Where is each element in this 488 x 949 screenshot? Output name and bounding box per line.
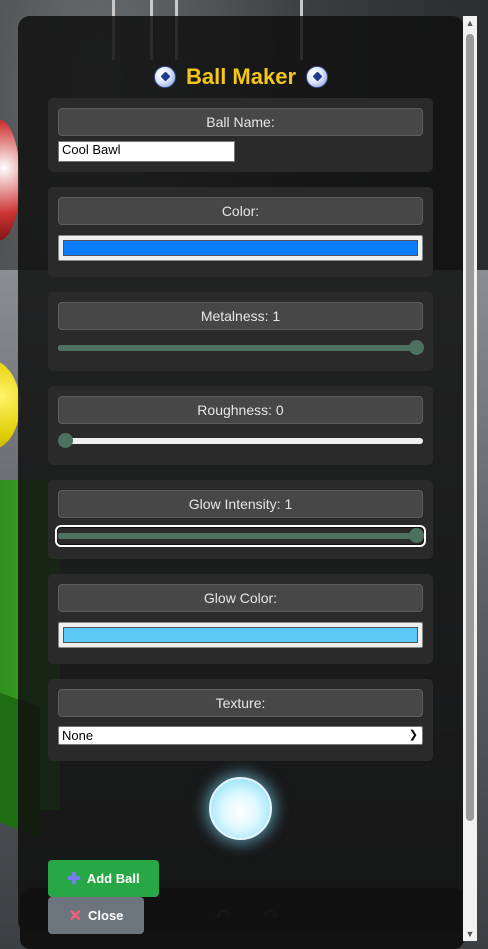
- close-button[interactable]: ✕ Close: [48, 897, 144, 934]
- metalness-section: Metalness: 1: [48, 292, 433, 371]
- ball-name-input[interactable]: Cool Bawl: [58, 141, 235, 162]
- texture-select[interactable]: None ❯: [58, 726, 423, 745]
- slider-fill: [58, 345, 416, 351]
- ball-name-section: Ball Name: Cool Bawl: [48, 98, 433, 172]
- glow-color-picker[interactable]: [58, 622, 423, 648]
- scene-red-ball: [0, 120, 20, 240]
- ball-preview: [209, 777, 272, 840]
- add-ball-label: Add Ball: [86, 871, 140, 886]
- roughness-section: Roughness: 0: [48, 386, 433, 465]
- slider-thumb[interactable]: [58, 433, 73, 448]
- slider-track: [58, 438, 423, 444]
- glow-intensity-section: Glow Intensity: 1: [48, 480, 433, 559]
- slider-fill: [58, 533, 416, 539]
- soccer-ball-icon: [306, 66, 329, 88]
- scrollbar-thumb[interactable]: [466, 34, 474, 821]
- panel-title: Ball Maker: [185, 64, 297, 89]
- glow-color-section: Glow Color:: [48, 574, 433, 664]
- close-label: Close: [88, 908, 124, 923]
- plus-icon: ✚: [67, 870, 81, 888]
- slider-thumb[interactable]: [409, 340, 424, 355]
- metalness-slider[interactable]: [58, 340, 424, 356]
- ball-name-label: Ball Name:: [58, 108, 423, 136]
- color-swatch: [63, 240, 418, 256]
- glow-color-swatch: [63, 627, 418, 643]
- texture-selected-value: None: [62, 728, 94, 743]
- scroll-up-arrow-icon[interactable]: ▲: [463, 16, 477, 30]
- slider-thumb[interactable]: [409, 528, 424, 543]
- soccer-ball-icon: [153, 66, 176, 88]
- texture-section: Texture: None ❯: [48, 679, 433, 761]
- ball-maker-panel: Ball Maker Ball Name: Cool Bawl Color: M…: [18, 16, 464, 934]
- add-ball-button[interactable]: ✚ Add Ball: [48, 860, 159, 897]
- color-label: Color:: [58, 197, 423, 225]
- glow-color-label: Glow Color:: [58, 584, 423, 612]
- panel-header: Ball Maker: [18, 64, 464, 90]
- scroll-down-arrow-icon[interactable]: ▼: [463, 927, 477, 941]
- color-picker[interactable]: [58, 235, 423, 261]
- metalness-label: Metalness: 1: [58, 302, 423, 330]
- chevron-down-icon: ❯: [408, 729, 418, 741]
- glow-intensity-slider[interactable]: [55, 525, 426, 547]
- texture-label: Texture:: [58, 689, 423, 717]
- roughness-slider[interactable]: [58, 433, 423, 449]
- close-icon: ✕: [68, 907, 82, 925]
- roughness-label: Roughness: 0: [58, 396, 423, 424]
- glow-intensity-label: Glow Intensity: 1: [58, 490, 423, 518]
- color-section: Color:: [48, 187, 433, 277]
- vertical-scrollbar[interactable]: ▲ ▼: [463, 16, 477, 941]
